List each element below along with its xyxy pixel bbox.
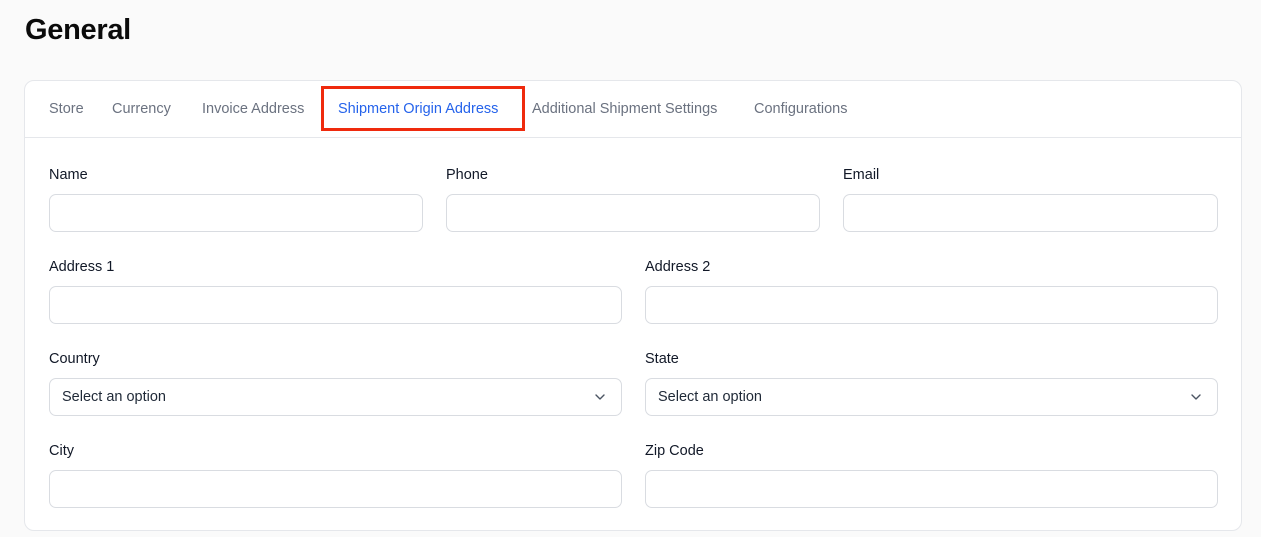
- city-input[interactable]: [49, 470, 622, 508]
- address1-input[interactable]: [49, 286, 622, 324]
- state-label: State: [645, 351, 679, 367]
- phone-input[interactable]: [446, 194, 820, 232]
- state-select[interactable]: Select an option: [645, 378, 1218, 416]
- tab-additional-shipment-settings[interactable]: Additional Shipment Settings: [532, 81, 717, 138]
- email-label: Email: [843, 167, 880, 183]
- settings-card: Store Currency Invoice Address Shipment …: [24, 80, 1242, 531]
- name-label: Name: [49, 167, 88, 183]
- country-select[interactable]: Select an option: [49, 378, 622, 416]
- email-input[interactable]: [843, 194, 1218, 232]
- tab-store[interactable]: Store: [49, 81, 84, 138]
- address2-label: Address 2: [645, 259, 711, 275]
- state-select-value: Select an option: [658, 389, 762, 405]
- zip-code-input[interactable]: [645, 470, 1218, 508]
- chevron-down-icon: [1191, 394, 1201, 400]
- address1-label: Address 1: [49, 259, 115, 275]
- phone-label: Phone: [446, 167, 488, 183]
- country-label: Country: [49, 351, 100, 367]
- zip-code-label: Zip Code: [645, 443, 704, 459]
- name-input[interactable]: [49, 194, 423, 232]
- tab-invoice-address[interactable]: Invoice Address: [202, 81, 304, 138]
- chevron-down-icon: [595, 394, 605, 400]
- tab-currency[interactable]: Currency: [112, 81, 171, 138]
- tab-bar: Store Currency Invoice Address Shipment …: [25, 81, 1241, 138]
- country-select-value: Select an option: [62, 389, 166, 405]
- page-title: General: [25, 14, 131, 46]
- address2-input[interactable]: [645, 286, 1218, 324]
- city-label: City: [49, 443, 74, 459]
- tab-shipment-origin-address[interactable]: Shipment Origin Address: [338, 81, 498, 138]
- tab-configurations[interactable]: Configurations: [754, 81, 848, 138]
